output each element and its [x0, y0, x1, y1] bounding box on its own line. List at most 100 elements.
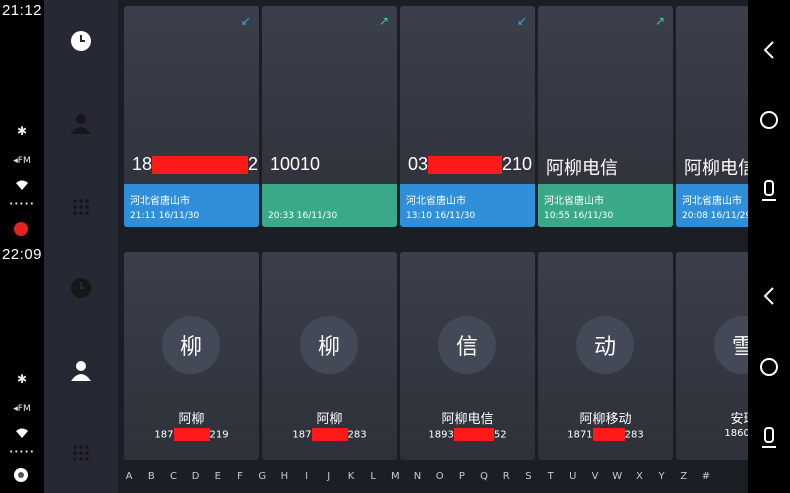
dialpad-icon — [73, 199, 89, 215]
alphabet-letter[interactable]: E — [207, 466, 229, 488]
contact-card[interactable]: 柳 阿柳 187 219 — [124, 252, 259, 460]
rect-underline-icon — [762, 427, 776, 448]
signal-dots-icon: ••••• — [9, 448, 35, 456]
circle-icon — [760, 111, 778, 129]
contact-card[interactable]: 动 阿柳移动 1871 283 — [538, 252, 673, 460]
redaction-bar — [453, 428, 494, 441]
recent-call-card[interactable]: ↗ 阿柳电信 河北省唐山市 10:55 16/11/30 — [538, 6, 673, 227]
dialpad-icon — [73, 445, 89, 461]
alphabet-letter[interactable]: C — [162, 466, 184, 488]
signal-dots-icon: ••••• — [9, 200, 35, 208]
alphabet-letter[interactable]: S — [517, 466, 539, 488]
call-info-footer: 河北省唐山市 10:55 16/11/30 — [538, 184, 673, 227]
caller-name: 阿柳电信 — [546, 158, 618, 178]
alphabet-letter[interactable]: T — [540, 466, 562, 488]
alphabet-letter[interactable]: # — [695, 466, 717, 488]
avatar: 动 — [576, 316, 634, 374]
caller-location: 河北省唐山市 — [682, 196, 742, 207]
caller-location: 河北省唐山市 — [130, 196, 190, 207]
recent-calls-tab-2[interactable] — [44, 273, 118, 303]
contact-card[interactable]: 信 阿柳电信 1893 52 — [400, 252, 535, 460]
avatar: 信 — [438, 316, 496, 374]
clock-icon — [71, 278, 91, 298]
alphabet-letter[interactable]: H — [273, 466, 295, 488]
alphabet-letter[interactable]: I — [296, 466, 318, 488]
contact-phone: 1893 52 — [428, 428, 507, 441]
caller-number: 18 2 — [132, 154, 259, 175]
alphabet-letter[interactable]: J — [318, 466, 340, 488]
contact-phone: 186011 — [724, 428, 748, 439]
rect-underline-icon — [762, 180, 776, 201]
recent-call-card[interactable]: ↙ 18 2 河北省唐山市 21:11 16/11/30 — [124, 6, 259, 227]
redaction-bar — [311, 428, 348, 441]
alphabet-letter[interactable]: W — [606, 466, 628, 488]
alphabet-letter[interactable]: P — [451, 466, 473, 488]
alphabet-letter[interactable]: O — [429, 466, 451, 488]
recent-call-card[interactable]: ↙ 03 210 河北省唐山市 13:10 16/11/30 — [400, 6, 535, 227]
call-info-footer: 河北省唐山市 20:08 16/11/29 — [676, 184, 748, 227]
alphabet-letter[interactable]: K — [340, 466, 362, 488]
dialpad-tab-2[interactable] — [44, 438, 118, 468]
wifi-icon — [0, 428, 44, 441]
alphabet-letter[interactable]: L — [362, 466, 384, 488]
bluetooth-icon: ✱ — [16, 124, 28, 138]
alphabet-letter[interactable]: B — [140, 466, 162, 488]
contacts-tab-2[interactable] — [44, 355, 118, 385]
recents-button[interactable] — [748, 178, 790, 204]
recent-call-card[interactable]: ↗ 10010 20:33 16/11/30 — [262, 6, 397, 227]
alphabet-letter[interactable]: X — [628, 466, 650, 488]
recent-calls-tab[interactable] — [44, 26, 118, 56]
home-button[interactable] — [748, 107, 790, 133]
alphabet-letter[interactable]: D — [185, 466, 207, 488]
call-time: 20:08 16/11/29 — [682, 211, 748, 221]
contact-phone: 187 283 — [292, 428, 367, 441]
system-nav-bar — [748, 0, 790, 493]
recents-button-2[interactable] — [748, 425, 790, 451]
chevron-left-icon — [763, 41, 774, 59]
record-off-icon — [14, 468, 28, 482]
call-info-footer: 河北省唐山市 21:11 16/11/30 — [124, 184, 259, 227]
contact-phone: 187 219 — [154, 428, 229, 441]
alphabet-letter[interactable]: Y — [651, 466, 673, 488]
alphabet-letter[interactable]: G — [251, 466, 273, 488]
bluetooth-icon: ✱ — [16, 372, 28, 386]
avatar: 柳 — [162, 316, 220, 374]
alphabet-index: A B C D E F G H I J K L M N O P Q R S T U V W X Y Z # — [118, 466, 748, 488]
alphabet-letter[interactable]: M — [384, 466, 406, 488]
avatar: 雪 — [714, 316, 748, 374]
contacts-tab[interactable] — [44, 108, 118, 138]
contact-card[interactable]: 柳 阿柳 187 283 — [262, 252, 397, 460]
redaction-bar — [173, 428, 210, 441]
call-time: 20:33 16/11/30 — [268, 211, 338, 221]
clock-icon — [71, 31, 91, 51]
back-button[interactable] — [748, 37, 790, 63]
alphabet-letter[interactable]: F — [229, 466, 251, 488]
call-time: 13:10 16/11/30 — [406, 211, 476, 221]
caller-name: 阿柳电信 — [684, 158, 748, 178]
alphabet-letter[interactable]: V — [584, 466, 606, 488]
redaction-bar — [428, 156, 503, 175]
record-icon — [14, 222, 28, 236]
alphabet-letter[interactable]: A — [118, 466, 140, 488]
left-nav — [44, 0, 118, 493]
dialpad-tab[interactable] — [44, 192, 118, 222]
call-info-footer: 河北省唐山市 13:10 16/11/30 — [400, 184, 535, 227]
call-time: 21:11 16/11/30 — [130, 211, 200, 221]
alphabet-letter[interactable]: Q — [473, 466, 495, 488]
alphabet-letter[interactable]: U — [562, 466, 584, 488]
recent-call-card[interactable]: 阿柳电信 河北省唐山市 20:08 16/11/29 — [676, 6, 748, 227]
redaction-bar — [152, 156, 249, 175]
contact-name: 阿柳电信 — [441, 412, 494, 427]
fm-icon: ◂FM — [13, 156, 31, 166]
back-button-2[interactable] — [748, 283, 790, 309]
contact-card[interactable]: 雪 安瑞 186011 — [676, 252, 748, 460]
alphabet-letter[interactable]: N — [406, 466, 428, 488]
contact-name: 阿柳移动 — [579, 412, 632, 427]
home-button-2[interactable] — [748, 354, 790, 380]
alphabet-letter[interactable]: R — [495, 466, 517, 488]
status-bar: 21:12 ✱ ◂FM ••••• 22:09 ✱ ◂FM ••••• — [0, 0, 44, 493]
alphabet-letter[interactable]: Z — [673, 466, 695, 488]
person-icon — [71, 114, 91, 134]
call-info-footer: 20:33 16/11/30 — [262, 184, 397, 227]
avatar: 柳 — [300, 316, 358, 374]
